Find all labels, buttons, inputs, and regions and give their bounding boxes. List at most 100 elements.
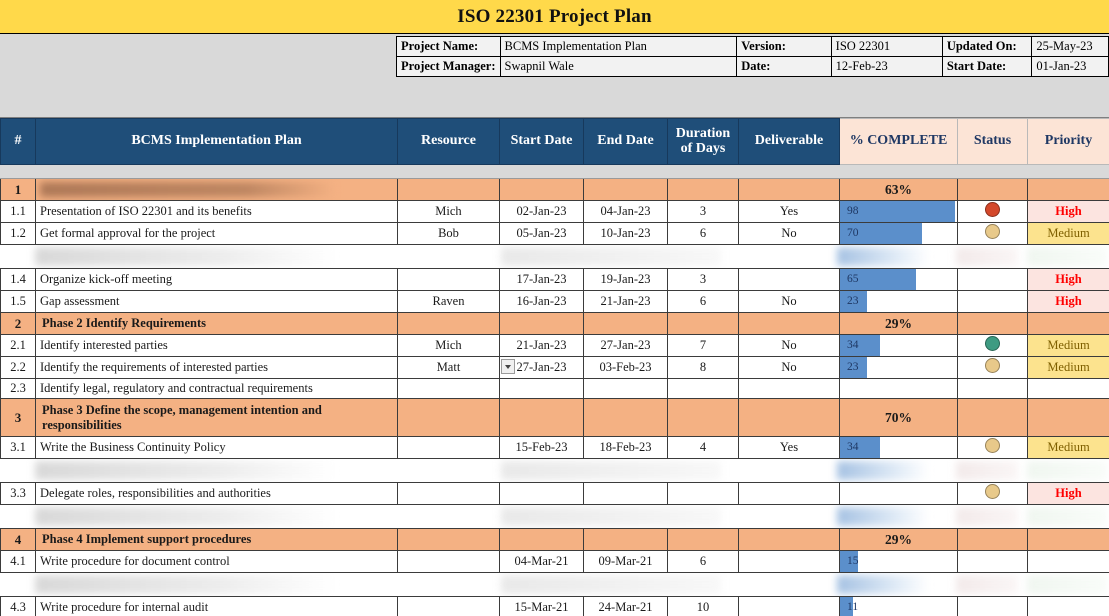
end-date-cell[interactable]: 21-Jan-23 bbox=[584, 291, 668, 313]
resource-cell[interactable]: Bob bbox=[398, 223, 500, 245]
project-name-value[interactable]: BCMS Implementation Plan bbox=[500, 37, 737, 57]
deliverable-cell[interactable] bbox=[739, 269, 840, 291]
table-row[interactable]: 3.1Write the Business Continuity Policy1… bbox=[1, 437, 1109, 459]
col-header-deliverable[interactable]: Deliverable bbox=[739, 119, 840, 165]
phase-duration[interactable] bbox=[668, 313, 739, 335]
table-row[interactable]: 1.4Organize kick-off meeting17-Jan-2319-… bbox=[1, 269, 1109, 291]
priority-cell[interactable]: High bbox=[1028, 291, 1109, 313]
duration-cell[interactable]: 3 bbox=[668, 269, 739, 291]
duration-cell[interactable]: 6 bbox=[668, 551, 739, 573]
phase-priority[interactable] bbox=[1028, 179, 1109, 201]
col-header-resource[interactable]: Resource bbox=[398, 119, 500, 165]
deliverable-cell[interactable]: No bbox=[739, 291, 840, 313]
status-cell[interactable] bbox=[958, 357, 1028, 379]
phase-status[interactable] bbox=[958, 179, 1028, 201]
table-row[interactable]: 1.1Presentation of ISO 22301 and its ben… bbox=[1, 201, 1109, 223]
start-date-cell[interactable]: 15-Mar-21 bbox=[500, 597, 584, 616]
table-row[interactable]: 1.5Gap assessmentRaven16-Jan-2321-Jan-23… bbox=[1, 291, 1109, 313]
phase-row[interactable]: 4Phase 4 Implement support procedures29% bbox=[1, 529, 1109, 551]
deliverable-cell[interactable]: No bbox=[739, 223, 840, 245]
start-date-cell[interactable]: 02-Jan-23 bbox=[500, 201, 584, 223]
start-date-cell[interactable] bbox=[500, 483, 584, 505]
phase-row[interactable]: 163% bbox=[1, 179, 1109, 201]
resource-cell[interactable]: Matt bbox=[398, 357, 500, 379]
phase-duration[interactable] bbox=[668, 399, 739, 437]
priority-cell[interactable]: High bbox=[1028, 269, 1109, 291]
percent-complete-cell[interactable]: 34 bbox=[840, 437, 958, 459]
phase-status[interactable] bbox=[958, 529, 1028, 551]
deliverable-cell[interactable]: No bbox=[739, 335, 840, 357]
phase-end-date[interactable] bbox=[584, 529, 668, 551]
priority-cell[interactable]: Medium bbox=[1028, 357, 1109, 379]
phase-end-date[interactable] bbox=[584, 179, 668, 201]
col-header-end-date[interactable]: End Date bbox=[584, 119, 668, 165]
phase-end-date[interactable] bbox=[584, 399, 668, 437]
resource-cell[interactable]: Raven bbox=[398, 291, 500, 313]
priority-cell[interactable]: Medium bbox=[1028, 223, 1109, 245]
phase-duration[interactable] bbox=[668, 529, 739, 551]
task-name-cell[interactable]: Delegate roles, responsibilities and aut… bbox=[36, 483, 398, 505]
phase-resource[interactable] bbox=[398, 399, 500, 437]
phase-deliverable[interactable] bbox=[739, 399, 840, 437]
task-name-cell[interactable]: Get formal approval for the project bbox=[36, 223, 398, 245]
resource-cell[interactable] bbox=[398, 551, 500, 573]
start-date-cell[interactable]: 15-Feb-23 bbox=[500, 437, 584, 459]
phase-deliverable[interactable] bbox=[739, 179, 840, 201]
task-name-cell[interactable]: Write procedure for document control bbox=[36, 551, 398, 573]
end-date-cell[interactable]: 27-Jan-23 bbox=[584, 335, 668, 357]
phase-resource[interactable] bbox=[398, 529, 500, 551]
version-value[interactable]: ISO 22301 bbox=[831, 37, 942, 57]
end-date-cell[interactable]: 10-Jan-23 bbox=[584, 223, 668, 245]
resource-cell[interactable] bbox=[398, 483, 500, 505]
phase-end-date[interactable] bbox=[584, 313, 668, 335]
duration-cell[interactable]: 8 bbox=[668, 357, 739, 379]
start-date-cell[interactable]: 04-Mar-21 bbox=[500, 551, 584, 573]
col-header-status[interactable]: Status bbox=[958, 119, 1028, 165]
phase-deliverable[interactable] bbox=[739, 313, 840, 335]
status-cell[interactable] bbox=[958, 437, 1028, 459]
duration-cell[interactable]: 10 bbox=[668, 597, 739, 616]
percent-complete-cell[interactable]: 34 bbox=[840, 335, 958, 357]
phase-status[interactable] bbox=[958, 399, 1028, 437]
deliverable-cell[interactable] bbox=[739, 597, 840, 616]
task-name-cell[interactable]: Presentation of ISO 22301 and its benefi… bbox=[36, 201, 398, 223]
task-name-cell[interactable]: Identify interested parties bbox=[36, 335, 398, 357]
resource-cell[interactable] bbox=[398, 437, 500, 459]
priority-cell[interactable]: High bbox=[1028, 201, 1109, 223]
phase-start-date[interactable] bbox=[500, 529, 584, 551]
duration-cell[interactable]: 4 bbox=[668, 437, 739, 459]
start-date-cell[interactable]: 27-Jan-23 bbox=[500, 357, 584, 379]
phase-deliverable[interactable] bbox=[739, 529, 840, 551]
task-name-cell[interactable]: Write the Business Continuity Policy bbox=[36, 437, 398, 459]
deliverable-cell[interactable]: Yes bbox=[739, 201, 840, 223]
percent-complete-cell[interactable]: 23 bbox=[840, 357, 958, 379]
status-cell[interactable] bbox=[958, 201, 1028, 223]
phase-title-blurred[interactable] bbox=[36, 179, 398, 201]
percent-complete-cell[interactable]: 98 bbox=[840, 201, 958, 223]
col-header-duration[interactable]: Duration of Days bbox=[668, 119, 739, 165]
table-row[interactable]: 3.3Delegate roles, responsibilities and … bbox=[1, 483, 1109, 505]
phase-row[interactable]: 2Phase 2 Identify Requirements29% bbox=[1, 313, 1109, 335]
table-row[interactable]: 1.2Get formal approval for the projectBo… bbox=[1, 223, 1109, 245]
status-cell[interactable] bbox=[958, 551, 1028, 573]
start-date-cell[interactable]: 17-Jan-23 bbox=[500, 269, 584, 291]
percent-complete-cell[interactable]: 23 bbox=[840, 291, 958, 313]
phase-title[interactable]: Phase 3 Define the scope, management int… bbox=[36, 399, 398, 437]
duration-cell[interactable]: 7 bbox=[668, 335, 739, 357]
resource-cell[interactable] bbox=[398, 269, 500, 291]
phase-priority[interactable] bbox=[1028, 313, 1109, 335]
percent-complete-cell[interactable]: 65 bbox=[840, 269, 958, 291]
deliverable-cell[interactable] bbox=[739, 551, 840, 573]
phase-duration[interactable] bbox=[668, 179, 739, 201]
phase-status[interactable] bbox=[958, 313, 1028, 335]
end-date-cell[interactable]: 04-Jan-23 bbox=[584, 201, 668, 223]
priority-cell[interactable] bbox=[1028, 551, 1109, 573]
phase-resource[interactable] bbox=[398, 313, 500, 335]
percent-complete-cell[interactable]: 15 bbox=[840, 551, 958, 573]
phase-row[interactable]: 3Phase 3 Define the scope, management in… bbox=[1, 399, 1109, 437]
end-date-cell[interactable] bbox=[584, 483, 668, 505]
priority-cell[interactable]: Medium bbox=[1028, 437, 1109, 459]
start-date-cell[interactable] bbox=[500, 379, 584, 399]
table-row[interactable]: 2.2Identify the requirements of interest… bbox=[1, 357, 1109, 379]
deliverable-cell[interactable] bbox=[739, 483, 840, 505]
